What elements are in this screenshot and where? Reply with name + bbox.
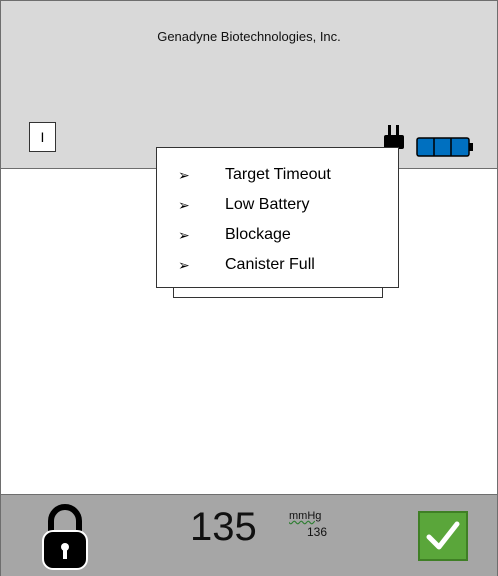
battery-icon (416, 137, 473, 157)
alarm-item-label: Blockage (225, 226, 291, 243)
menu-button-label: I (40, 129, 45, 145)
company-name: Genadyne Biotechnologies, Inc. (157, 29, 341, 44)
header-bar: Genadyne Biotechnologies, Inc. I (1, 1, 497, 169)
arrow-bullet-icon: ➢ (178, 167, 190, 183)
alarm-item-label: Target Timeout (225, 166, 331, 183)
alarm-item-blockage[interactable]: ➢ Blockage (157, 222, 398, 252)
alarm-item-target-timeout[interactable]: ➢ Target Timeout (157, 162, 398, 192)
alarm-item-canister-full[interactable]: ➢ Canister Full (157, 252, 398, 282)
alarm-item-label: Canister Full (225, 256, 315, 273)
arrow-bullet-icon: ➢ (178, 257, 190, 273)
menu-button[interactable]: I (29, 122, 56, 152)
alarm-item-label: Low Battery (225, 196, 310, 213)
popup-shadow-panel (173, 288, 383, 298)
footer-bar: 135 mmHg 136 (1, 494, 497, 576)
arrow-bullet-icon: ➢ (178, 197, 190, 213)
device-screen: Genadyne Biotechnologies, Inc. I ➢ Targe… (0, 0, 498, 576)
lock-icon[interactable] (39, 501, 91, 571)
alarm-list-popup: ➢ Target Timeout ➢ Low Battery ➢ Blockag… (156, 147, 399, 288)
pressure-reading: 135 (190, 505, 257, 549)
alarm-item-low-battery[interactable]: ➢ Low Battery (157, 192, 398, 222)
arrow-bullet-icon: ➢ (178, 227, 190, 243)
checkmark-icon (426, 521, 460, 550)
pressure-unit: mmHg (289, 510, 322, 522)
pressure-setpoint: 136 (307, 525, 328, 539)
confirm-button[interactable] (418, 511, 468, 561)
